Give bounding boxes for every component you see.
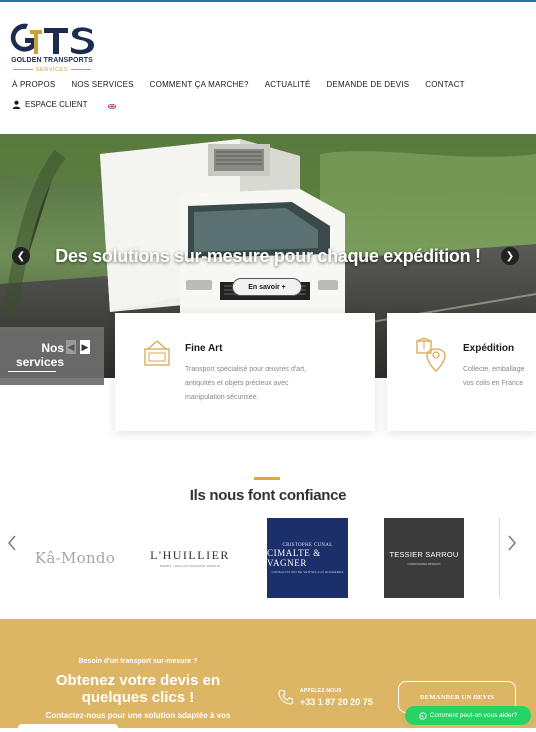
partner-logo-cimalte-vagner[interactable]: CRISTOPHE CUNAL CIMALTE & VAGNER CONSULT… [267,518,348,598]
partner-logo-lhuillier[interactable]: L'HUILLIER SARRT • PALLOX AVOCATS JUDICI… [148,518,232,598]
phone-icon [278,689,294,705]
card-desc-line: vos colis en France [463,380,524,387]
chevron-right-icon: ▶ [81,341,89,352]
cta-form-field[interactable] [18,724,118,732]
main-navigation: À PROPOS NOS SERVICES COMMENT ÇA MARCHE?… [12,80,481,92]
espace-client-label: ESPACE CLIENT [25,100,88,109]
partners-prev-button[interactable] [6,534,18,552]
services-heading-line2: services [15,355,64,369]
partner-logo-partial [499,518,500,598]
partner-logo-ka-mondo[interactable]: Kâ-Mondo [30,518,120,598]
phone-label: APPELEZ-NOUS [300,688,342,694]
nav-item-demande-de-devis[interactable]: DEMANDE DE DEVIS [327,80,410,92]
card-title: Fine Art [185,343,223,354]
cta-subtitle: Contactez-nous pour une solution adaptée… [45,711,231,720]
hero-next-button[interactable]: ❯ [501,247,519,265]
cta-title-line: Obtenez votre devis en [55,672,221,689]
service-card-fine-art[interactable]: Fine Art Transport spécialisé pour œuvre… [115,313,375,431]
partner-logo-tessier-sarrou[interactable]: TESSIER SARROU COMMISSAIRES-PRISEURS [384,518,464,598]
nav-item-actualite[interactable]: ACTUALITÉ [265,80,311,92]
chevron-left-icon: ❮ [16,250,26,262]
partner-name: TESSIER SARROU [389,550,459,559]
chevron-right-icon [508,535,516,551]
logo-subtitle: SERVICES [6,67,98,73]
partner-name: L'HUILLIER [150,548,230,562]
services-next-button[interactable]: ▶ [80,340,90,354]
card-desc-line: manipulation sécurisée. [185,394,259,401]
card-desc-line: Collecte, emballage [463,366,525,373]
section-accent-bar [254,477,280,480]
top-accent-line [0,0,536,2]
chevron-left-icon [8,535,16,551]
card-description: Transport spécialisé pour œuvres d'art, … [185,363,365,405]
card-description: Collecte, emballage vos colis en France [463,363,536,391]
card-desc-line: antiquités et objets précieux avec [185,380,289,387]
partner-tagline: SARRT • PALLOX AVOCATS JUDICIA [159,564,221,568]
whatsapp-label: Comment peut-on vous aider? [429,712,518,719]
uk-flag-icon[interactable] [108,104,116,109]
chevron-right-icon: ❯ [505,250,515,262]
parcel-map-icon [416,337,446,372]
logo-mark [10,23,94,55]
hero-title: Des solutions sur-mesure pour chaque exp… [55,246,481,266]
service-card-expedition[interactable]: Expédition Collecte, emballage vos colis… [387,313,536,431]
card-title: Expédition [463,343,515,354]
services-underline [8,371,56,372]
whatsapp-icon [419,711,427,720]
chevron-left-icon: ◀ [67,341,75,352]
partners-heading: Ils nous font confiance [189,487,347,504]
partners-next-button[interactable] [506,534,518,552]
hero-prev-button[interactable]: ❮ [12,247,30,265]
nav-item-contact[interactable]: CONTACT [425,80,464,92]
art-frame-icon [144,340,170,366]
services-heading: Nos services [8,341,64,369]
cta-title: Obtenez votre devis en quelques clics ! [28,672,248,706]
site-logo[interactable]: GOLDEN TRANSPORTS SERVICES [6,20,98,76]
services-prev-button[interactable]: ◀ [66,340,76,354]
user-icon [12,100,21,109]
cta-kicker: Besoin d'un transport sur-mesure ? [78,658,198,665]
services-heading-line1: Nos [41,341,64,355]
partner-name: CIMALTE & VAGNER [267,547,321,568]
card-desc-line: Transport spécialisé pour œuvres d'art, [185,366,307,373]
phone-number-link[interactable]: +33 1 87 20 20 75 [300,697,373,707]
nav-item-comment-ca-marche[interactable]: COMMENT ÇA MARCHE? [150,80,249,92]
nav-item-a-propos[interactable]: À PROPOS [12,80,55,92]
en-savoir-plus-button[interactable]: En savoir + [232,278,302,296]
logo-name: GOLDEN TRANSPORTS [11,57,93,64]
partner-tagline: COMMISSAIRES-PRISEURS [407,563,441,566]
espace-client-link[interactable]: ESPACE CLIENT [12,100,88,109]
partner-tagline: CONSULTATION DE VENTES AUX ENCHÈRES [271,569,344,574]
whatsapp-chat-button[interactable]: Comment peut-on vous aider? [405,706,531,725]
nav-item-nos-services[interactable]: NOS SERVICES [71,80,133,92]
cta-title-line: quelques clics ! [81,689,195,706]
